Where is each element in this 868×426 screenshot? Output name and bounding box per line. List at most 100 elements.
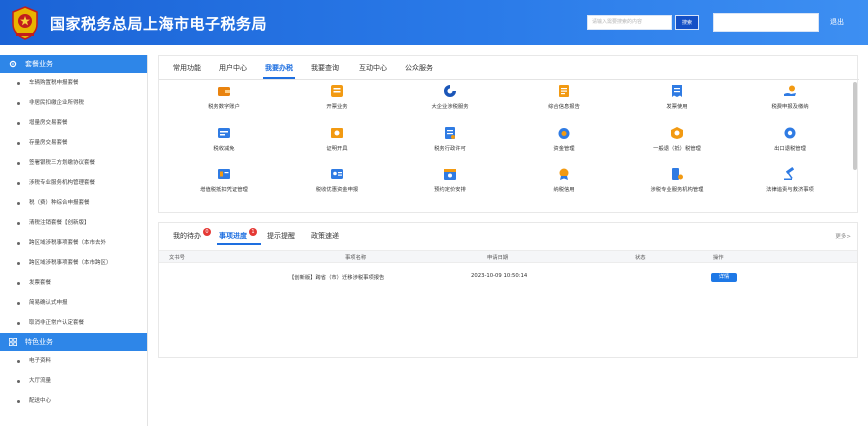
search-input[interactable]: 请输入需要搜索的内容 xyxy=(587,15,672,30)
sidebar-item-featured-1[interactable]: 大厅流量 xyxy=(0,371,147,391)
tab-policy[interactable]: 政策速递 xyxy=(311,231,339,241)
sidebar-item-package-1[interactable]: 非居民扣缴企业所得税 xyxy=(0,93,147,113)
function-item-14[interactable]: 预约定价安排 xyxy=(395,167,505,193)
medal-icon xyxy=(559,168,569,180)
receipt-icon xyxy=(672,85,682,97)
function-item-7[interactable]: 证明开具 xyxy=(282,126,392,152)
sidebar-item-package-7[interactable]: 清税注销套餐【创新版】 xyxy=(0,213,147,233)
function-item-4[interactable]: 发票使用 xyxy=(622,84,732,110)
function-item-16[interactable]: 涉税专业服务机构管理 xyxy=(622,167,732,193)
sidebar-item-label: 配送中心 xyxy=(29,398,52,404)
sidebar-item-label: 跨区域涉税事项套餐（本市跨区） xyxy=(29,260,112,266)
sidebar-item-package-4[interactable]: 签署银税三方划缴协议套餐 xyxy=(0,153,147,173)
sidebar-item-package-5[interactable]: 涉税专业服务机构管理套餐 xyxy=(0,173,147,193)
sidebar-item-label: 取消非正常户认定套餐 xyxy=(29,320,85,326)
sidebar-section-title: 套餐业务 xyxy=(25,60,53,68)
tab-user-center[interactable]: 用户中心 xyxy=(219,63,247,73)
search-button[interactable]: 搜索 xyxy=(675,15,699,30)
function-item-label: 税费申报及缴纳 xyxy=(771,104,809,110)
table-row[interactable]: 【创新版】跨省（市）迁移涉税事项报告 2023-10-09 10:50:14 xyxy=(159,270,857,284)
sidebar-item-package-3[interactable]: 存量房交易套餐 xyxy=(0,133,147,153)
sidebar-item-package-0[interactable]: 车辆购置税申报套餐 xyxy=(0,73,147,93)
corporate-logo-icon xyxy=(444,85,456,97)
function-item-8[interactable]: 税务行政许可 xyxy=(395,126,505,152)
function-item-12[interactable]: 增值税抵扣凭证管理 xyxy=(169,167,279,193)
sidebar-item-label: 税（费）种综合申报套餐 xyxy=(29,200,90,206)
tab-common[interactable]: 常用功能 xyxy=(173,63,201,73)
tab-tax-handling[interactable]: 我要办税 xyxy=(265,63,293,73)
function-item-label: 证明开具 xyxy=(326,146,348,152)
sidebar-item-label: 非居民扣缴企业所得税 xyxy=(29,100,85,106)
function-item-label: 涉税专业服务机构管理 xyxy=(650,187,704,193)
sidebar-item-package-10[interactable]: 发票套餐 xyxy=(0,273,147,293)
function-item-label: 法律追责与救济事项 xyxy=(766,187,814,193)
user-info-box[interactable] xyxy=(713,13,819,32)
sidebar-item-featured-0[interactable]: 电子资料 xyxy=(0,351,147,371)
function-item-9[interactable]: 资金管理 xyxy=(509,126,619,152)
top-header: 国家税务总局上海市电子税务局 请输入需要搜索的内容 搜索 退出 xyxy=(0,0,868,45)
sidebar-item-label: 发票套餐 xyxy=(29,280,52,286)
sidebar-item-featured-2[interactable]: 配送中心 xyxy=(0,391,147,411)
sidebar-item-package-2[interactable]: 增量房交易套餐 xyxy=(0,113,147,133)
tab-reminders[interactable]: 提示提醒 xyxy=(267,231,295,241)
sidebar-item-package-6[interactable]: 税（费）种综合申报套餐 xyxy=(0,193,147,213)
column-header: 事项名称 xyxy=(345,255,367,261)
function-item-3[interactable]: 综合信息报告 xyxy=(509,84,619,110)
tax-emblem-icon xyxy=(12,6,38,40)
tab-interaction[interactable]: 互动中心 xyxy=(359,63,387,73)
sidebar-item-package-9[interactable]: 跨区域涉税事项套餐（本市跨区） xyxy=(0,253,147,273)
agency-icon xyxy=(672,168,683,180)
function-item-17[interactable]: 法律追责与救济事项 xyxy=(735,167,845,193)
bullet-icon xyxy=(17,301,20,305)
function-item-label: 税收优惠资金申报 xyxy=(315,187,359,193)
wallet-icon xyxy=(218,87,230,96)
function-item-11[interactable]: 出口退税管理 xyxy=(735,126,845,152)
tab-public-service[interactable]: 公众服务 xyxy=(405,63,433,73)
bullet-icon xyxy=(17,181,20,185)
logout-link[interactable]: 退出 xyxy=(830,17,844,27)
tab-progress[interactable]: 事项进度 xyxy=(219,231,247,241)
scrollbar[interactable] xyxy=(853,82,857,170)
function-item-10[interactable]: 一般退（抵）税管理 xyxy=(622,126,732,152)
detail-button[interactable]: 详情 xyxy=(711,273,737,282)
function-item-15[interactable]: 纳税信用 xyxy=(509,167,619,193)
function-item-2[interactable]: 大企业涉税服务 xyxy=(395,84,505,110)
sidebar-section-featured[interactable]: 特色业务 xyxy=(0,333,147,351)
todo-count-badge: 0 xyxy=(203,228,211,236)
bullet-icon xyxy=(17,221,20,225)
table-header: 文书号 事项名称 申请日期 状态 操作 xyxy=(159,250,857,263)
sidebar-item-label: 大厅流量 xyxy=(29,378,52,384)
bullet-icon xyxy=(17,81,20,85)
function-item-label: 增值税抵扣凭证管理 xyxy=(200,187,248,193)
function-item-label: 一般退（抵）税管理 xyxy=(653,146,701,152)
tab-my-todo[interactable]: 我的待办 xyxy=(173,231,201,241)
column-header: 申请日期 xyxy=(487,255,509,261)
bullet-icon xyxy=(17,399,20,403)
function-item-0[interactable]: 税务数字账户 xyxy=(169,84,279,110)
function-item-6[interactable]: 税收减免 xyxy=(169,126,279,152)
gavel-icon xyxy=(784,167,794,180)
sidebar-item-package-11[interactable]: 简易确认式申报 xyxy=(0,293,147,313)
sidebar-item-label: 涉税专业服务机构管理套餐 xyxy=(29,180,96,186)
more-link[interactable]: 更多> xyxy=(835,232,851,240)
column-header: 状态 xyxy=(635,255,646,261)
certificate-icon xyxy=(331,128,343,138)
sidebar-item-package-12[interactable]: 取消非正常户认定套餐 xyxy=(0,313,147,333)
function-item-13[interactable]: 税收优惠资金申报 xyxy=(282,167,392,193)
bullet-icon xyxy=(17,121,20,125)
grid-icon xyxy=(9,338,17,346)
bullet-icon xyxy=(17,359,20,363)
function-item-label: 发票使用 xyxy=(666,104,688,110)
hand-coin-icon xyxy=(784,85,796,96)
site-title: 国家税务总局上海市电子税务局 xyxy=(50,15,268,33)
cell-apply-date: 2023-10-09 10:50:14 xyxy=(471,273,528,279)
cell-item-name: 【创新版】跨省（市）迁移涉税事项报告 xyxy=(289,275,385,281)
sidebar-section-package[interactable]: 套餐业务 xyxy=(0,55,147,73)
sidebar-item-package-8[interactable]: 跨区域涉税事项套餐（本市去外 xyxy=(0,233,147,253)
function-item-5[interactable]: 税费申报及缴纳 xyxy=(735,84,845,110)
report-icon xyxy=(559,85,569,97)
function-item-label: 税务数字账户 xyxy=(208,104,240,110)
function-item-1[interactable]: 开票业务 xyxy=(282,84,392,110)
tab-query[interactable]: 我要查询 xyxy=(311,63,339,73)
column-header: 操作 xyxy=(713,255,724,261)
